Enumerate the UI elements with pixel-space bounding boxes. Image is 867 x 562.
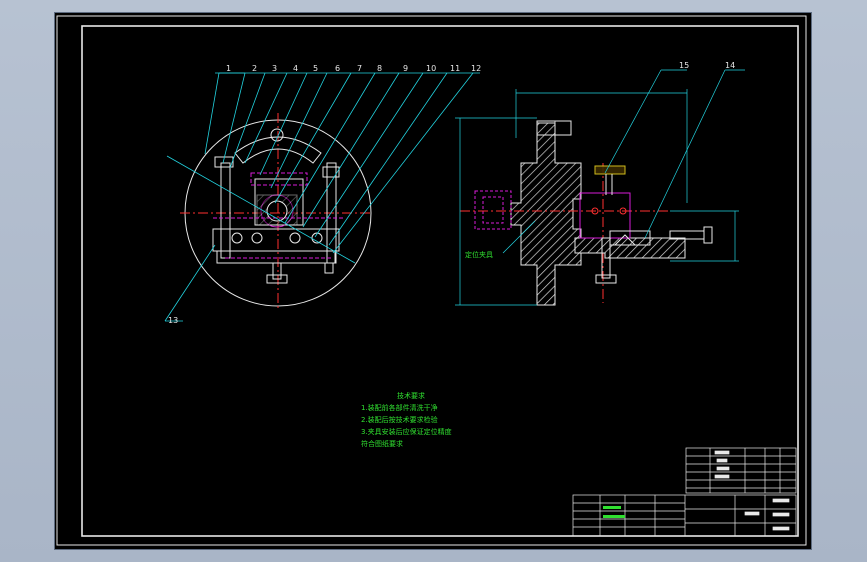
callout-4: 4 xyxy=(293,64,298,73)
callout-12: 12 xyxy=(471,64,481,73)
base-bolt-2 xyxy=(251,232,263,244)
flange-section xyxy=(510,122,582,306)
front-view: 1 2 3 4 5 6 7 8 9 10 11 12 13 xyxy=(164,64,481,325)
bottom-stud xyxy=(272,262,282,280)
tech-line-1: 1.装配前各部件清洗干净 xyxy=(361,403,438,412)
parts-list-table xyxy=(685,447,797,494)
base-bolt-1 xyxy=(231,232,243,244)
callout-1: 1 xyxy=(226,64,231,73)
right-foot xyxy=(324,262,334,274)
inner-frame xyxy=(81,25,799,537)
tech-title: 技术要求 xyxy=(397,391,425,400)
callout-11: 11 xyxy=(450,64,460,73)
top-pad xyxy=(594,165,626,175)
left-boss-inner xyxy=(482,196,504,224)
arc-slot-hole xyxy=(270,128,284,142)
callout-14: 14 xyxy=(725,61,735,70)
base-bolt-3 xyxy=(289,232,301,244)
cad-drawing-canvas: 1 2 3 4 5 6 7 8 9 10 11 12 13 15 14 定位夹具… xyxy=(56,15,807,546)
callout-5: 5 xyxy=(313,64,318,73)
side-view-label: 定位夹具 xyxy=(465,250,493,259)
front-leaders xyxy=(164,72,480,322)
tech-requirements: 技术要求 1.装配前各部件清洗干净 2.装配后按技术要求检验 3.夹具安装后应保… xyxy=(361,391,452,448)
callout-6: 6 xyxy=(335,64,340,73)
left-post xyxy=(220,162,231,259)
cad-viewport[interactable]: 1 2 3 4 5 6 7 8 9 10 11 12 13 15 14 定位夹具… xyxy=(55,13,811,549)
tech-line-4: 符合图纸要求 xyxy=(361,439,403,448)
tech-line-3: 3.夹具安装后应保证定位精度 xyxy=(361,427,452,436)
tech-line-2: 2.装配后按技术要求检验 xyxy=(361,415,438,424)
callout-2: 2 xyxy=(252,64,257,73)
callout-7: 7 xyxy=(357,64,362,73)
callout-9: 9 xyxy=(403,64,408,73)
callout-8: 8 xyxy=(377,64,382,73)
clamp-arm-hatch xyxy=(574,237,686,259)
vertical-bolt-nut xyxy=(595,274,617,284)
title-block xyxy=(572,494,797,537)
top-clamp-right xyxy=(322,166,340,178)
base-plate-lower xyxy=(216,250,336,264)
horizontal-bolt-head xyxy=(703,226,713,244)
side-view: 15 14 定位夹具 xyxy=(455,61,745,306)
callout-3: 3 xyxy=(272,64,277,73)
callout-10: 10 xyxy=(426,64,436,73)
callout-15: 15 xyxy=(679,61,689,70)
side-dimensions xyxy=(455,69,745,306)
callout-13: 13 xyxy=(168,316,178,325)
